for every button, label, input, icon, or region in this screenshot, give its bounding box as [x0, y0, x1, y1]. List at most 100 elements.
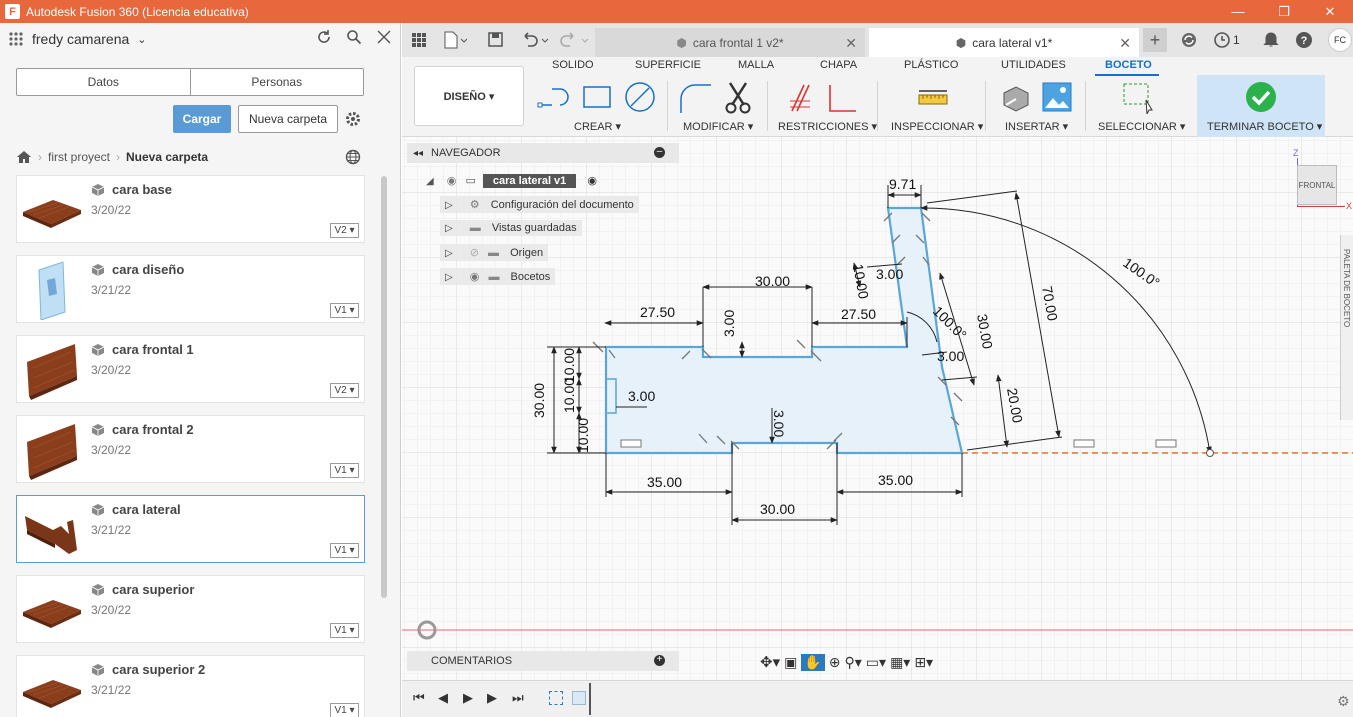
- gear-icon[interactable]: [344, 110, 362, 128]
- group-insertar[interactable]: INSERTAR ▾: [1005, 120, 1068, 133]
- insert-component-icon[interactable]: [1000, 83, 1030, 113]
- line-tool-icon[interactable]: [536, 83, 572, 111]
- app-grid-icon[interactable]: [8, 31, 24, 47]
- file-card[interactable]: cara lateral 3/21/22 V1 ▾: [16, 495, 365, 563]
- expand-triangle-icon[interactable]: ▷: [445, 248, 453, 259]
- group-inspeccionar[interactable]: INSPECCIONAR ▾: [891, 120, 983, 133]
- eye-hidden-icon[interactable]: ⊘: [470, 247, 479, 259]
- group-crear[interactable]: CREAR ▾: [574, 120, 621, 133]
- fillet-tool-icon[interactable]: [678, 81, 714, 115]
- viewports-icon[interactable]: ⊞▾: [914, 654, 933, 671]
- activate-radio-icon[interactable]: ◉: [587, 175, 597, 187]
- go-to-end-icon[interactable]: ⏭: [512, 690, 524, 706]
- save-icon[interactable]: [488, 32, 503, 47]
- expand-triangle-icon[interactable]: ▷: [445, 223, 453, 234]
- notification-bell-icon[interactable]: [1263, 31, 1279, 48]
- upload-button[interactable]: Cargar: [173, 105, 231, 133]
- insert-image-icon[interactable]: [1042, 82, 1072, 112]
- step-back-icon[interactable]: ◀: [438, 690, 448, 706]
- timeline-sketch-icon[interactable]: [549, 691, 563, 705]
- globe-icon[interactable]: [345, 149, 361, 165]
- version-dropdown[interactable]: V1 ▾: [330, 543, 359, 558]
- rectangle-tool-icon[interactable]: [580, 83, 614, 111]
- new-tab-button[interactable]: +: [1143, 28, 1167, 52]
- collapse-icon[interactable]: ◂◂: [413, 148, 423, 159]
- tab-malla[interactable]: MALLA: [738, 59, 774, 71]
- tree-item-config[interactable]: ▷ ⚙ Configuración del documento: [440, 196, 639, 213]
- timeline-marker[interactable]: [589, 683, 591, 715]
- group-modificar[interactable]: MODIFICAR ▾: [683, 120, 753, 133]
- look-at-icon[interactable]: ▣: [784, 654, 797, 671]
- app-grid-icon[interactable]: [411, 32, 427, 48]
- pan-hand-icon[interactable]: ✋: [801, 653, 825, 671]
- restore-icon[interactable]: ❐: [1261, 0, 1307, 23]
- breadcrumb-project[interactable]: first proyect: [48, 150, 110, 164]
- minimize-icon[interactable]: —: [1215, 0, 1261, 23]
- home-icon[interactable]: [16, 150, 32, 164]
- eye-icon[interactable]: ◉: [447, 175, 457, 187]
- refresh-icon[interactable]: [316, 29, 332, 45]
- play-icon[interactable]: ▶: [463, 690, 473, 706]
- perpendicular-constraint-icon[interactable]: [824, 83, 858, 113]
- close-icon[interactable]: ✕: [1307, 0, 1353, 23]
- tab-cara-lateral[interactable]: ⬢ cara lateral v1* ✕: [869, 28, 1139, 57]
- eye-icon[interactable]: ◉: [470, 271, 480, 283]
- redo-icon[interactable]: [560, 32, 590, 48]
- tab-datos[interactable]: Datos: [17, 69, 191, 95]
- expand-triangle-icon[interactable]: ▷: [445, 272, 453, 283]
- workspace-switcher[interactable]: DISEÑO ▾: [414, 66, 524, 126]
- orbit-icon[interactable]: ✥▾: [760, 653, 780, 671]
- file-menu-icon[interactable]: [443, 31, 467, 49]
- search-icon[interactable]: [346, 29, 362, 45]
- version-dropdown[interactable]: V1 ▾: [330, 303, 359, 318]
- file-card[interactable]: cara superior 2 3/21/22 V1 ▾: [16, 655, 365, 717]
- sync-icon[interactable]: [1180, 31, 1198, 49]
- chevron-down-icon[interactable]: ⌄: [137, 33, 146, 46]
- measure-icon[interactable]: [917, 87, 949, 107]
- file-card[interactable]: cara base 3/20/22 V2 ▾: [16, 175, 365, 243]
- group-restricciones[interactable]: RESTRICCIONES ▾: [778, 120, 877, 133]
- user-name[interactable]: fredy camarena: [32, 31, 129, 47]
- tab-cara-frontal[interactable]: ⬢ cara frontal 1 v2* ✕: [595, 28, 865, 57]
- version-dropdown[interactable]: V1 ▾: [330, 703, 359, 717]
- close-tab-icon[interactable]: ✕: [845, 35, 857, 52]
- settings-gear-icon[interactable]: ⚙: [1337, 693, 1350, 710]
- comments-panel[interactable]: COMENTARIOS +: [407, 651, 679, 671]
- tab-personas[interactable]: Personas: [191, 69, 364, 95]
- version-dropdown[interactable]: V2 ▾: [330, 223, 359, 238]
- file-card[interactable]: cara superior 3/20/22 V1 ▾: [16, 575, 365, 643]
- version-dropdown[interactable]: V2 ▾: [330, 383, 359, 398]
- tree-item-sketches[interactable]: ▷ ◉ ▬ Bocetos: [440, 268, 556, 285]
- select-window-icon[interactable]: [1122, 82, 1154, 114]
- file-card[interactable]: cara frontal 2 3/20/22 V1 ▾: [16, 415, 365, 483]
- user-avatar[interactable]: FC: [1328, 28, 1352, 52]
- timeline-feature-icon[interactable]: [572, 691, 586, 705]
- collapse-triangle-icon[interactable]: ◢: [426, 176, 434, 187]
- step-forward-icon[interactable]: ▶: [487, 690, 497, 706]
- tree-item-origin[interactable]: ▷ ⊘ ▬ Origen: [440, 244, 549, 261]
- expand-triangle-icon[interactable]: ▷: [445, 200, 453, 211]
- zoom-icon[interactable]: ⊕: [829, 654, 841, 671]
- zoom-window-icon[interactable]: ⚲▾: [845, 654, 862, 671]
- plus-icon[interactable]: +: [654, 655, 665, 666]
- sketch-palette-tab[interactable]: PALETA DE BOCETO: [1340, 235, 1353, 420]
- new-folder-button[interactable]: Nueva carpeta: [238, 105, 338, 133]
- minus-icon[interactable]: –: [654, 147, 665, 158]
- job-status-icon[interactable]: [1213, 31, 1231, 49]
- tab-utilidades[interactable]: UTILIDADES: [1001, 59, 1066, 71]
- display-settings-icon[interactable]: ▭▾: [866, 654, 886, 671]
- parallel-constraint-icon[interactable]: [788, 83, 812, 113]
- group-seleccionar[interactable]: SELECCIONAR ▾: [1098, 120, 1185, 133]
- undo-icon[interactable]: [520, 32, 550, 48]
- sketch-canvas[interactable]: 9.71 100.0° 70.00 27.50 30.00 27.50 3.00…: [402, 137, 1353, 680]
- tab-solido[interactable]: SOLIDO: [552, 59, 594, 71]
- navigator-header[interactable]: ◂◂ NAVEGADOR –: [407, 143, 679, 163]
- version-dropdown[interactable]: V1 ▾: [330, 463, 359, 478]
- view-cube[interactable]: FRONTAL: [1297, 165, 1337, 205]
- file-card[interactable]: cara frontal 1 3/20/22 V2 ▾: [16, 335, 365, 403]
- help-icon[interactable]: ?: [1295, 31, 1313, 49]
- tree-item-views[interactable]: ▷ ▬ Vistas guardadas: [440, 220, 582, 236]
- tab-chapa[interactable]: CHAPA: [820, 59, 857, 71]
- trim-scissors-icon[interactable]: [724, 81, 752, 115]
- tab-superficie[interactable]: SUPERFICIE: [635, 59, 701, 71]
